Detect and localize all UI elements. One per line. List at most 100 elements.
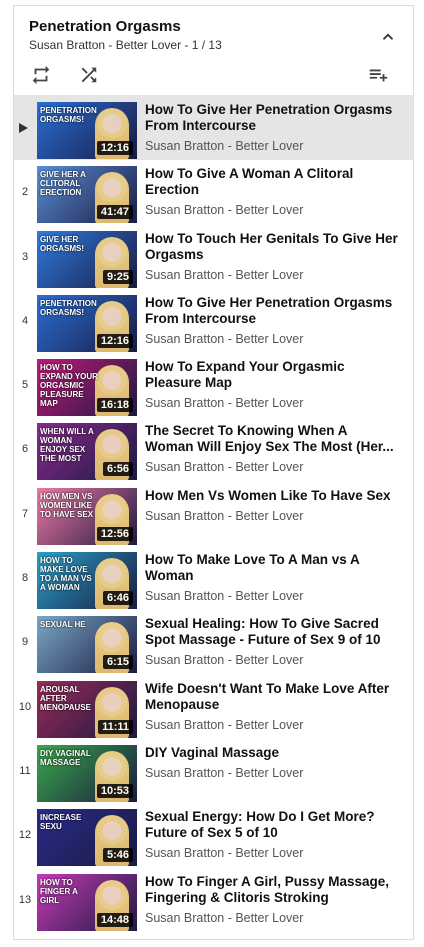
thumbnail-caption: Give Her A Clitoral Erection [40, 170, 86, 198]
channel-name: Susan Bratton - Better Lover [145, 846, 304, 861]
thumbnail-caption: Arousal After Menopause [40, 684, 91, 712]
video-title[interactable]: How To Touch Her Genitals To Give Her Or… [145, 231, 399, 263]
item-index: 6 [21, 443, 29, 456]
video-title[interactable]: Wife Doesn't Want To Make Love After Men… [145, 681, 399, 713]
playlist-item[interactable]: 10 Arousal After Menopause 11:11 Wife Doesn… [14, 675, 413, 739]
video-thumbnail[interactable]: Give Her A Clitoral Erection 41:47 [37, 166, 137, 224]
duration-badge: 6:15 [102, 655, 133, 670]
shuffle-icon[interactable] [78, 64, 100, 86]
video-thumbnail[interactable]: Give Her Orgasms! 9:25 [37, 230, 137, 288]
playlist-subtitle: Susan Bratton - Better Lover - 1 / 13 [29, 38, 222, 52]
item-index: 13 [18, 893, 32, 906]
channel-name: Susan Bratton - Better Lover [145, 396, 304, 411]
item-index: 9 [21, 636, 29, 649]
playlist-item[interactable]: 3 Give Her Orgasms! 9:25 How To Touch Her G… [14, 225, 413, 289]
item-index: 8 [21, 572, 29, 585]
channel-name: Susan Bratton - Better Lover [145, 139, 304, 153]
playlist-panel: Penetration Orgasms Susan Bratton - Bett… [13, 5, 414, 940]
video-thumbnail[interactable]: How To Make Love To A Man Vs A Woman 6:46 [37, 552, 137, 610]
thumbnail-caption: Penetration Orgasms! [40, 298, 97, 317]
item-index: 10 [18, 700, 32, 713]
item-index: 4 [21, 314, 29, 327]
video-thumbnail[interactable]: When Will A Woman Enjoy Sex The Most 6:56 [37, 423, 137, 481]
duration-badge: 6:46 [102, 591, 133, 606]
video-title[interactable]: How To Give A Woman A Clitoral Erection [145, 166, 399, 198]
thumbnail-caption: Increase Sexu [40, 813, 82, 832]
playlist-item[interactable]: 12 Increase Sexu 5:46 Sexual Energy: How Do… [14, 803, 413, 867]
video-title[interactable]: How To Finger A Girl, Pussy Massage, Fin… [145, 874, 399, 906]
duration-badge: 12:16 [96, 333, 133, 348]
channel-name: Susan Bratton - Better Lover [145, 910, 304, 925]
duration-badge: 16:18 [96, 398, 133, 413]
playlist-item[interactable]: 7 How Men Vs Women Like To Have Sex 12:56 H… [14, 482, 413, 546]
playlist-item[interactable]: 13 How To Finger A Girl 14:48 How To Finger… [14, 868, 413, 932]
playlist-item[interactable]: 4 Penetration Orgasms! 12:16 How To Give He… [14, 289, 413, 353]
duration-badge: 6:56 [102, 462, 133, 477]
playlist-item[interactable]: Penetration Orgasms! 12:16 How To Give Her… [14, 96, 413, 161]
video-thumbnail[interactable]: How To Expand Your Orgasmic Pleasure Map… [37, 359, 137, 417]
video-title[interactable]: How To Make Love To A Man vs A Woman [145, 552, 399, 584]
playlist-item[interactable]: 6 When Will A Woman Enjoy Sex The Most 6:5… [14, 417, 413, 481]
channel-name: Susan Bratton - Better Lover [145, 331, 304, 346]
duration-badge: 11:11 [98, 719, 133, 734]
video-title[interactable]: Sexual Energy: How Do I Get More? Future… [145, 809, 399, 841]
playlist-title[interactable]: Penetration Orgasms [29, 18, 181, 35]
playlist-items: Penetration Orgasms! 12:16 How To Give Her… [14, 96, 413, 932]
video-title[interactable]: How To Give Her Penetration Orgasms From… [145, 102, 399, 134]
channel-name: Susan Bratton - Better Lover [145, 717, 304, 732]
playlist-item[interactable]: 5 How To Expand Your Orgasmic Pleasure Ma… [14, 353, 413, 417]
thumbnail-caption: How To Finger A Girl [40, 877, 78, 905]
duration-badge: 12:56 [96, 526, 133, 541]
playlist-item[interactable]: 8 How To Make Love To A Man Vs A Woman 6:4… [14, 546, 413, 610]
loop-icon[interactable] [30, 64, 52, 86]
thumbnail-caption: When Will A Woman Enjoy Sex The Most [40, 427, 94, 464]
video-title[interactable]: The Secret To Knowing When A Woman Will … [145, 423, 399, 455]
thumbnail-caption: How To Make Love To A Man Vs A Woman [40, 556, 92, 593]
channel-name: Susan Bratton - Better Lover [145, 653, 304, 668]
playlist-add-icon[interactable] [366, 64, 390, 86]
duration-badge: 12:16 [96, 141, 133, 155]
video-thumbnail[interactable]: How Men Vs Women Like To Have Sex 12:56 [37, 487, 137, 545]
duration-badge: 14:48 [96, 912, 133, 927]
now-playing-icon [19, 123, 28, 133]
item-index: 5 [21, 379, 29, 392]
video-thumbnail[interactable]: Increase Sexu 5:46 [37, 809, 137, 867]
channel-name: Susan Bratton - Better Lover [145, 765, 304, 780]
video-title[interactable]: How Men Vs Women Like To Have Sex [145, 488, 399, 504]
video-thumbnail[interactable]: Arousal After Menopause 11:11 [37, 680, 137, 738]
chevron-up-icon[interactable] [379, 28, 397, 46]
playlist-item[interactable]: 2 Give Her A Clitoral Erection 41:47 How To… [14, 160, 413, 224]
item-index: 3 [21, 250, 29, 263]
video-title[interactable]: How To Expand Your Orgasmic Pleasure Map [145, 359, 399, 391]
channel-name: Susan Bratton - Better Lover [145, 508, 304, 523]
item-index: 11 [19, 764, 31, 777]
item-index: 12 [18, 829, 32, 842]
duration-badge: 9:25 [102, 269, 133, 284]
channel-name: Susan Bratton - Better Lover [145, 203, 304, 218]
video-thumbnail[interactable]: DIY Vaginal Massage 10:53 [37, 744, 137, 802]
video-thumbnail[interactable]: Penetration Orgasms! 12:16 [37, 102, 137, 159]
video-title[interactable]: How To Give Her Penetration Orgasms From… [145, 295, 399, 327]
playlist-header: Penetration Orgasms Susan Bratton - Bett… [14, 6, 413, 96]
video-thumbnail[interactable]: How To Finger A Girl 14:48 [37, 873, 137, 931]
duration-badge: 41:47 [96, 205, 133, 220]
video-title[interactable]: DIY Vaginal Massage [145, 745, 399, 761]
thumbnail-caption: Sexual He [40, 620, 86, 630]
channel-name: Susan Bratton - Better Lover [145, 267, 304, 282]
thumbnail-caption: DIY Vaginal Massage [40, 748, 91, 767]
channel-name: Susan Bratton - Better Lover [145, 589, 304, 604]
item-index: 2 [21, 186, 29, 199]
playlist-item[interactable]: 9 Sexual He 6:15 Sexual Healing: How To Giv… [14, 610, 413, 674]
channel-name: Susan Bratton - Better Lover [145, 460, 304, 475]
video-thumbnail[interactable]: Sexual He 6:15 [37, 616, 137, 674]
video-title[interactable]: Sexual Healing: How To Give Sacred Spot … [145, 616, 399, 648]
duration-badge: 10:53 [96, 783, 133, 798]
thumbnail-caption: Give Her Orgasms! [40, 234, 84, 253]
video-thumbnail[interactable]: Penetration Orgasms! 12:16 [37, 294, 137, 352]
thumbnail-caption: Penetration Orgasms! [40, 106, 97, 124]
playlist-item[interactable]: 11 DIY Vaginal Massage 10:53 DIY Vaginal Ma… [14, 739, 413, 803]
thumbnail-caption: How Men Vs Women Like To Have Sex [40, 491, 94, 519]
thumbnail-caption: How To Expand Your Orgasmic Pleasure Map [40, 363, 98, 409]
duration-badge: 5:46 [102, 848, 133, 863]
item-index: 7 [21, 507, 29, 520]
